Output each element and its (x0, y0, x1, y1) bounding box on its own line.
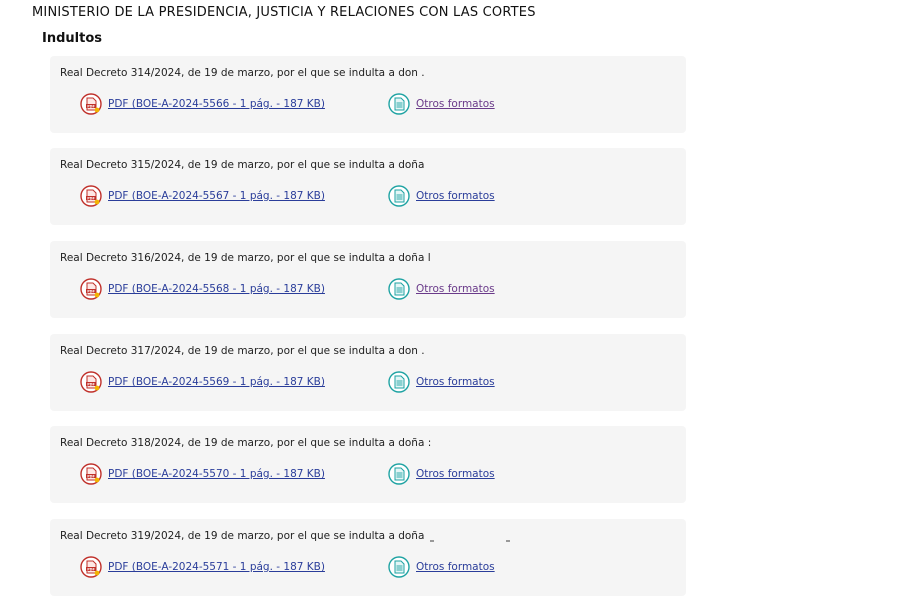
decree-item: Real Decreto 318/2024, de 19 de marzo, p… (50, 426, 686, 503)
document-formats-icon[interactable] (388, 93, 410, 115)
other-formats-row[interactable]: Otros formatos (388, 92, 495, 116)
decree-item: Real Decreto 314/2024, de 19 de marzo, p… (50, 56, 686, 133)
pdf-link[interactable]: PDF (BOE-A-2024-5569 - 1 pág. - 187 KB) (108, 376, 325, 388)
document-formats-icon[interactable] (388, 185, 410, 207)
pdf-link[interactable]: PDF (BOE-A-2024-5566 - 1 pág. - 187 KB) (108, 98, 325, 110)
pdf-link-row[interactable]: PDF PDF (BOE-A-2024-5571 - 1 pág. - 187 … (80, 555, 325, 579)
redaction-mark (430, 540, 434, 542)
pdf-link[interactable]: PDF (BOE-A-2024-5570 - 1 pág. - 187 KB) (108, 468, 325, 480)
svg-text:PDF: PDF (87, 382, 95, 386)
pdf-file-icon[interactable]: PDF (80, 185, 102, 207)
svg-text:PDF: PDF (87, 196, 95, 200)
pdf-link[interactable]: PDF (BOE-A-2024-5567 - 1 pág. - 187 KB) (108, 190, 325, 202)
svg-text:PDF: PDF (87, 104, 95, 108)
other-formats-row[interactable]: Otros formatos (388, 277, 495, 301)
svg-text:PDF: PDF (87, 567, 95, 571)
decree-item: Real Decreto 315/2024, de 19 de marzo, p… (50, 148, 686, 225)
pdf-link-row[interactable]: PDF PDF (BOE-A-2024-5567 - 1 pág. - 187 … (80, 184, 325, 208)
pdf-link[interactable]: PDF (BOE-A-2024-5568 - 1 pág. - 187 KB) (108, 283, 325, 295)
decree-title: Real Decreto 318/2024, de 19 de marzo, p… (60, 437, 432, 449)
document-formats-icon[interactable] (388, 278, 410, 300)
ministry-heading: MINISTERIO DE LA PRESIDENCIA, JUSTICIA Y… (32, 5, 536, 20)
other-formats-link[interactable]: Otros formatos (416, 283, 495, 295)
other-formats-row[interactable]: Otros formatos (388, 462, 495, 486)
other-formats-link[interactable]: Otros formatos (416, 561, 495, 573)
decree-title: Real Decreto 316/2024, de 19 de marzo, p… (60, 252, 431, 264)
svg-text:PDF: PDF (87, 474, 95, 478)
other-formats-row[interactable]: Otros formatos (388, 555, 495, 579)
decree-item: Real Decreto 317/2024, de 19 de marzo, p… (50, 334, 686, 411)
section-title: Indultos (42, 31, 102, 46)
document-formats-icon[interactable] (388, 463, 410, 485)
pdf-link-row[interactable]: PDF PDF (BOE-A-2024-5568 - 1 pág. - 187 … (80, 277, 325, 301)
decree-title: Real Decreto 314/2024, de 19 de marzo, p… (60, 67, 425, 79)
svg-text:PDF: PDF (87, 289, 95, 293)
pdf-link-row[interactable]: PDF PDF (BOE-A-2024-5569 - 1 pág. - 187 … (80, 370, 325, 394)
pdf-file-icon[interactable]: PDF (80, 463, 102, 485)
redaction-mark (506, 540, 510, 542)
pdf-file-icon[interactable]: PDF (80, 93, 102, 115)
decree-item: Real Decreto 319/2024, de 19 de marzo, p… (50, 519, 686, 596)
other-formats-link[interactable]: Otros formatos (416, 468, 495, 480)
decree-title: Real Decreto 319/2024, de 19 de marzo, p… (60, 530, 425, 542)
pdf-link-row[interactable]: PDF PDF (BOE-A-2024-5566 - 1 pág. - 187 … (80, 92, 325, 116)
decree-item: Real Decreto 316/2024, de 19 de marzo, p… (50, 241, 686, 318)
pdf-link-row[interactable]: PDF PDF (BOE-A-2024-5570 - 1 pág. - 187 … (80, 462, 325, 486)
decree-title: Real Decreto 317/2024, de 19 de marzo, p… (60, 345, 425, 357)
document-formats-icon[interactable] (388, 556, 410, 578)
document-formats-icon[interactable] (388, 371, 410, 393)
decree-title: Real Decreto 315/2024, de 19 de marzo, p… (60, 159, 425, 171)
other-formats-row[interactable]: Otros formatos (388, 370, 495, 394)
boe-page: MINISTERIO DE LA PRESIDENCIA, JUSTICIA Y… (0, 0, 900, 600)
pdf-file-icon[interactable]: PDF (80, 556, 102, 578)
other-formats-link[interactable]: Otros formatos (416, 376, 495, 388)
other-formats-link[interactable]: Otros formatos (416, 190, 495, 202)
pdf-link[interactable]: PDF (BOE-A-2024-5571 - 1 pág. - 187 KB) (108, 561, 325, 573)
other-formats-link[interactable]: Otros formatos (416, 98, 495, 110)
pdf-file-icon[interactable]: PDF (80, 371, 102, 393)
other-formats-row[interactable]: Otros formatos (388, 184, 495, 208)
pdf-file-icon[interactable]: PDF (80, 278, 102, 300)
